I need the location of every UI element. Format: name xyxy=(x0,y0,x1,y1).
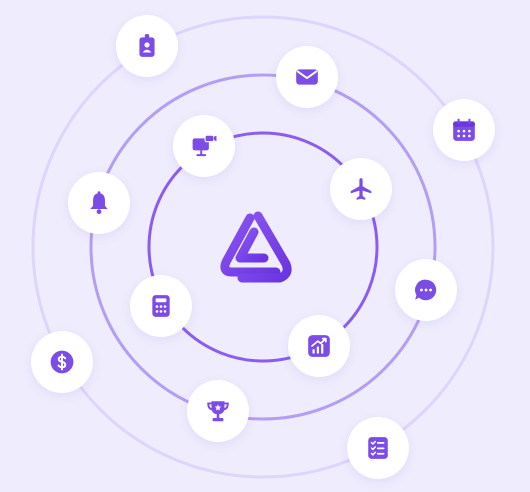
presentation-node[interactable] xyxy=(173,115,235,177)
chart-node[interactable] xyxy=(288,315,350,377)
calculator-icon xyxy=(152,295,170,317)
growth-chart-icon xyxy=(308,335,330,357)
trophy-node[interactable] xyxy=(187,380,249,442)
mail-node[interactable] xyxy=(276,46,338,108)
dollar-node[interactable] xyxy=(31,331,93,393)
airplane-node[interactable] xyxy=(330,158,392,220)
envelope-icon xyxy=(296,69,318,85)
chat-node[interactable] xyxy=(395,259,457,321)
id-badge-icon xyxy=(139,34,155,57)
triangle-logo-icon xyxy=(220,210,294,284)
chat-bubble-icon xyxy=(415,279,437,301)
trophy-icon xyxy=(207,401,229,422)
badge-node[interactable] xyxy=(116,15,178,77)
bell-icon xyxy=(90,191,108,215)
calculator-node[interactable] xyxy=(130,275,192,337)
checklist-node[interactable] xyxy=(347,417,409,479)
dollar-coin-icon xyxy=(50,350,74,374)
presentation-video-icon xyxy=(192,134,217,157)
integration-orbit-diagram xyxy=(0,0,530,492)
bell-node[interactable] xyxy=(68,172,130,234)
checklist-icon xyxy=(368,437,388,459)
calendar-node[interactable] xyxy=(433,99,495,161)
airplane-icon xyxy=(350,178,372,200)
calendar-icon xyxy=(453,118,475,141)
